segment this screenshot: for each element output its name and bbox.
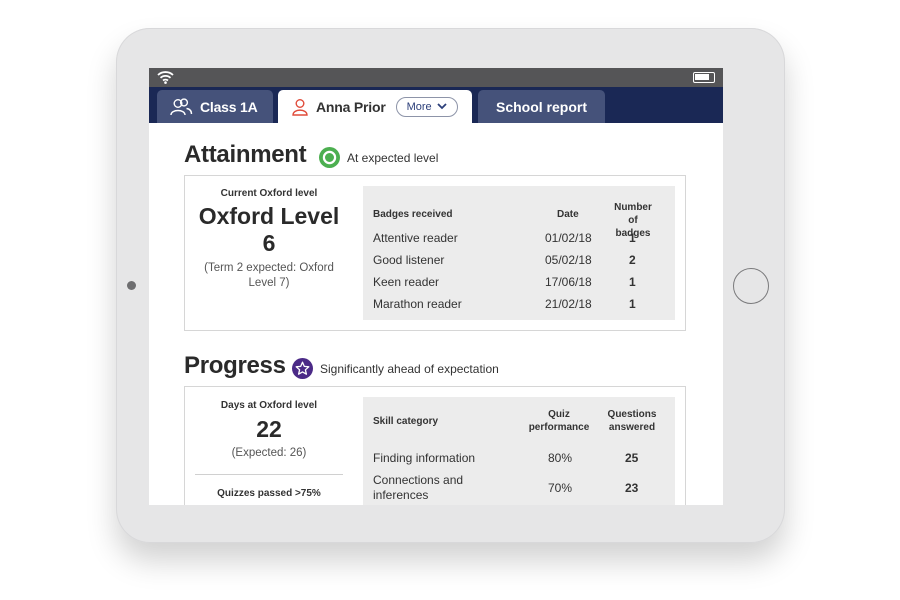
badge-name: Keen reader [373, 275, 440, 289]
content: Attainment At expected level Current Oxf… [149, 123, 723, 505]
tab-class-label: Class 1A [200, 98, 258, 115]
badge-date: 01/02/18 [545, 231, 592, 245]
badge-count: 1 [629, 275, 636, 289]
tab-school-report-label: School report [495, 98, 587, 115]
badge-date: 17/06/18 [545, 275, 592, 289]
tab-bar: Class 1A Anna Prior More School report [149, 87, 723, 123]
expected-level-icon [319, 147, 340, 168]
screen: Class 1A Anna Prior More School report A… [149, 68, 723, 505]
current-level-line1: Oxford Level [198, 203, 340, 229]
person-icon [292, 98, 308, 116]
badge-name: Good listener [373, 253, 445, 267]
attainment-card: Current Oxford level Oxford Level 6 (Ter… [184, 175, 686, 331]
tab-school-report[interactable]: School report [478, 90, 605, 123]
questions-answered: 23 [625, 481, 639, 495]
more-button-label: More [406, 100, 432, 113]
status-bar [149, 68, 723, 87]
attainment-status: At expected level [319, 147, 438, 168]
days-value: 22 [256, 416, 282, 442]
badge-name: Marathon reader [373, 297, 462, 311]
questions-answered: 25 [625, 451, 639, 465]
wifi-icon [157, 71, 174, 84]
progress-status: Significantly ahead of expectation [292, 358, 499, 379]
questions-answered-header: Questions answered [607, 409, 657, 433]
skill-header: Skill category [373, 416, 439, 427]
tab-class[interactable]: Class 1A [157, 90, 273, 123]
progress-title: Progress [184, 352, 286, 379]
badge-name: Attentive reader [373, 231, 458, 245]
badge-date: 05/02/18 [545, 253, 592, 267]
current-level-label: Current Oxford level [220, 188, 318, 199]
badge-date: 21/02/18 [545, 297, 592, 311]
tab-student[interactable]: Anna Prior More [278, 90, 472, 123]
badges-header: Badges received [373, 209, 453, 220]
progress-status-label: Significantly ahead of expectation [320, 361, 499, 376]
group-icon [170, 97, 193, 115]
current-level-block: Current Oxford level Oxford Level 6 (Ter… [185, 188, 353, 291]
skills-table: Skill category Quiz performance Question… [363, 397, 675, 505]
quiz-performance-header: Quiz performance [528, 409, 590, 433]
attainment-status-label: At expected level [347, 150, 439, 165]
attainment-title: Attainment [184, 141, 307, 168]
badge-count: 1 [629, 297, 636, 311]
chevron-down-icon [437, 103, 447, 110]
quiz-performance: 80% [548, 451, 573, 465]
quizzes-label: Quizzes passed >75% [217, 488, 321, 499]
badge-count: 2 [629, 253, 636, 267]
current-level-line2: 6 [262, 230, 276, 256]
home-button[interactable] [733, 268, 769, 304]
days-label: Days at Oxford level [220, 400, 318, 411]
skill-name: Finding information [373, 451, 476, 465]
badge-count: 1 [629, 231, 636, 245]
quizzes-block: Quizzes passed >75% [185, 488, 353, 499]
camera-dot [127, 281, 136, 290]
progress-card: Days at Oxford level 22 (Expected: 26) Q… [184, 386, 686, 505]
more-button[interactable]: More [395, 96, 458, 117]
date-header: Date [557, 209, 579, 220]
days-block: Days at Oxford level 22 (Expected: 26) [185, 400, 353, 461]
days-expected: (Expected: 26) [231, 447, 307, 459]
star-icon [292, 358, 313, 379]
quiz-performance: 70% [548, 481, 573, 495]
divider [195, 474, 343, 475]
expected-level-text: (Term 2 expected: Oxford Level 7) [204, 262, 334, 289]
battery-icon [693, 72, 715, 83]
skill-name: Connections and inferences [373, 473, 464, 502]
tab-student-label: Anna Prior [316, 98, 386, 115]
badges-table: Badges received Date Number of badges At… [363, 186, 675, 320]
